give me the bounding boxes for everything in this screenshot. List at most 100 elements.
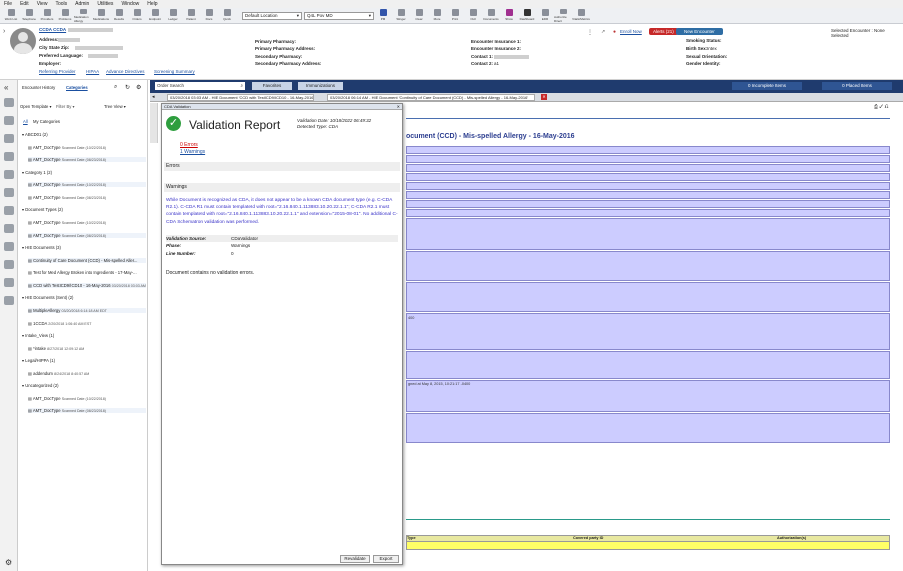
filter-by-button[interactable]: Filter By ▾ [56,104,75,109]
menu-edit[interactable]: Edit [20,1,29,7]
toolbar-vitals-button[interactable]: Vitals/Metrics [572,8,590,23]
vials-icon[interactable] [4,206,14,215]
toolbar-docs-button[interactable]: Docs [200,8,218,23]
tree-category[interactable]: ▾ ABCD01 (2) [22,132,48,137]
menu-admin[interactable]: Admin [75,1,89,7]
toolbar-quick-button[interactable]: Quick [218,8,236,23]
toolbar-ohi-button[interactable]: OHI [464,8,482,23]
toolbar-show-button[interactable]: Show [500,8,518,23]
search-icon[interactable]: ⌕ [114,84,117,91]
side-collapse-tab[interactable] [150,103,158,143]
tree-category[interactable]: ▾ HIE Documents (Sent) (2) [22,295,73,300]
toolbar-orders-button[interactable]: Orders [128,8,146,23]
subtab-all[interactable]: All [23,119,28,124]
close-tab-icon[interactable]: ✕ [541,94,547,100]
syringe-icon[interactable] [4,152,14,161]
toolbar-more-button[interactable]: More [428,8,446,23]
tree-document[interactable]: ▤ MultipleAllergy 03/20/2018 6:14:18 AM … [28,307,146,313]
doc-tab-2[interactable]: 03/20/2018 06:14 AM - HIE Document 'Cont… [327,94,535,101]
toolbar-medallergy-button[interactable]: Medication Allergy [74,8,92,23]
toolbar-providers-button[interactable]: Providers [38,8,56,23]
order-search-input[interactable]: Order Search ⌕ [155,82,245,90]
tree-document[interactable]: ▤ addendum 8/24/2018 8:40:57 AM [28,371,146,376]
patient-name-link[interactable]: CCDA CCDA [39,27,66,32]
errors-link[interactable]: 0 Errors [180,142,198,148]
doc-tab-1[interactable]: 03/20/2018 03:03 AM - HIE Document 'CCD … [167,94,314,101]
close-icon[interactable]: ✕ [397,104,400,110]
export-button[interactable]: Export [373,555,399,563]
heart-icon[interactable] [4,188,14,197]
enroll-now-link[interactable]: Enroll Now [620,29,642,34]
tabs-left-arrow-icon[interactable]: ◂ [152,94,155,100]
immunizations-button[interactable]: Immunizations [298,82,343,90]
menu-tools[interactable]: Tools [55,1,67,7]
toolbar-ledger-button[interactable]: Ledger [164,8,182,23]
referring-provider-link[interactable]: Referring Provider [39,69,76,74]
toolbar-print-button[interactable]: Print [446,8,464,23]
doc-toolbar-icons[interactable]: ⎙ ✓ ⎌ [874,104,889,110]
toolbar-problems-button[interactable]: Problems [56,8,74,23]
tree-document[interactable]: ▤ AMT_DocType Scanned Date (08/23/2018) [28,232,146,238]
flask-icon[interactable] [4,116,14,125]
revalidate-button[interactable]: Revalidate [340,555,370,563]
alerts-button[interactable]: Alerts (21) [649,28,678,35]
image-icon[interactable] [4,296,14,305]
menu-help[interactable]: Help [147,1,157,7]
tree-document[interactable]: ▤ CCD with TestICD9/ICD10 - 16-May-2016 … [28,282,146,288]
tree-category[interactable]: ▾ Intake_View (1) [22,333,54,338]
location-select[interactable]: Default Location ▾ [242,11,302,20]
refresh-icon[interactable]: ↻ [125,84,130,91]
hipaa-link[interactable]: HIPAA [86,69,99,74]
tree-category[interactable]: ▾ Legal/HIPPA (1) [22,358,55,363]
tree-category[interactable]: ▾ Document Types (2) [22,207,63,212]
tree-view-select[interactable]: Tree View ▾ [104,104,126,109]
toolbar-worklist-button[interactable]: Work List [2,8,20,23]
toolbar-clear-button[interactable]: Clear [410,8,428,23]
schedule-icon[interactable] [4,242,14,251]
tab-categories[interactable]: Categories [66,85,88,90]
collapse-chevron-icon[interactable]: › [3,28,5,35]
toolbar-authorize-button[interactable]: Authorize Direct [554,8,572,23]
rx-icon[interactable] [4,278,14,287]
incomplete-items-button[interactable]: 0 Incomplete Items [732,82,802,90]
tab-encounter-history[interactable]: Encounter History [22,85,55,90]
toolbar-medications-button[interactable]: Medications [92,8,110,23]
warnings-link[interactable]: 1 Warnings [180,149,205,155]
tree-document[interactable]: ▤ Continuity of Care Document (CCD) - Mi… [28,257,146,263]
toolbar-telephone-button[interactable]: Telephone [20,8,38,23]
advance-directives-link[interactable]: Advance Directives [106,69,145,74]
tree-document[interactable]: ▤ AMT_DocType Scanned Date (10/22/2018) [28,145,146,150]
more-vertical-icon[interactable]: ⋮ [587,29,593,36]
collapse-panel-icon[interactable]: « [4,83,8,92]
subtab-my-categories[interactable]: My Categories [33,119,60,124]
toolbar-patient-button[interactable]: Patient [182,8,200,23]
tree-document[interactable]: ▤ AMT_DocType Scanned Date (10/22/2018) [28,396,146,401]
external-link-icon[interactable]: ↗ [601,29,605,35]
calendar-icon[interactable] [4,170,14,179]
tree-category[interactable]: ▾ HIE Documents (3) [22,245,61,250]
tree-document[interactable]: ▤ 1CCDA 2/20/2018 1:06:40 AM EST [28,321,146,326]
gear-icon[interactable]: ⚙ [136,84,141,91]
tree-document[interactable]: ▤ AMT_DocType Scanned Date (08/23/2018) [28,157,146,163]
screening-summary-link[interactable]: Screening Summary [154,69,195,74]
toolbar-pm-button[interactable]: PM [374,8,392,23]
exchange-icon[interactable] [4,260,14,269]
toolbar-dashboard-button[interactable]: Dashboard [518,8,536,23]
new-encounter-button[interactable]: New Encounter [676,28,723,35]
tree-document[interactable]: ▤ AMT_DocType Scanned Date (08/23/2018) [28,408,146,414]
provider-select[interactable]: Q4L Pov MD ▾ [304,11,374,20]
toolbar-slinger-button[interactable]: Slinger [392,8,410,23]
tree-category[interactable]: ▾ Uncategorized (2) [22,383,59,388]
pill-icon[interactable] [4,134,14,143]
tree-document[interactable]: ▤ Test for Med Allergy Broken into Ingre… [28,270,146,275]
favorites-button[interactable]: Favorites [252,82,292,90]
menu-utilities[interactable]: Utilities [97,1,113,7]
tree-document[interactable]: ▤ AMT_DocType Scanned Date (10/22/2018) [28,182,146,188]
toolbar-documents-button[interactable]: Documents [482,8,500,23]
encounters-icon[interactable] [4,98,14,107]
placed-items-button[interactable]: 0 Placed Items [822,82,892,90]
tree-document[interactable]: ▤ *intake 8/27/2018 12:09:12 AM [28,346,146,351]
tree-document[interactable]: ▤ AMT_DocType Scanned Date (10/22/2018) [28,220,146,225]
menu-window[interactable]: Window [121,1,139,7]
open-template-button[interactable]: Open Template ▾ [20,104,52,109]
